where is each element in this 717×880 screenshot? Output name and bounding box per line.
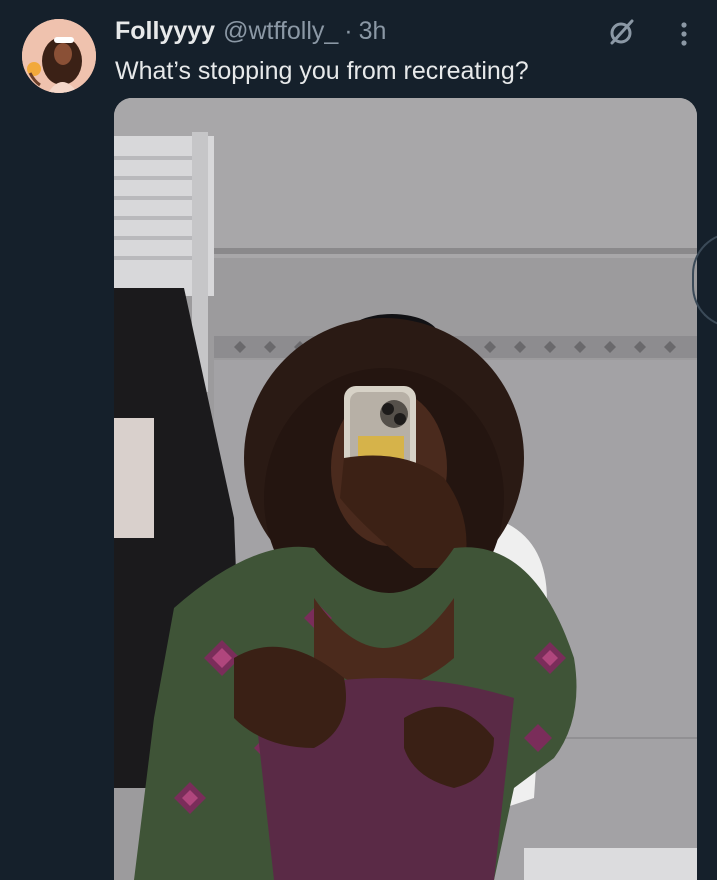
tweet: Follyyyy @wtffolly_ · 3h What’s stopping… xyxy=(0,0,717,880)
mirror-selfie-photo xyxy=(114,98,697,880)
more-vertical-icon[interactable] xyxy=(674,20,694,48)
display-name[interactable]: Follyyyy xyxy=(115,14,215,48)
tweet-header: Follyyyy @wtffolly_ · 3h xyxy=(115,14,386,48)
user-handle[interactable]: @wtffolly_ xyxy=(223,14,338,48)
tweet-text: What’s stopping you from recreating? xyxy=(115,57,529,85)
tweet-media-image[interactable] xyxy=(114,98,697,880)
timestamp[interactable]: 3h xyxy=(359,14,387,48)
grok-slash-icon[interactable] xyxy=(608,18,636,46)
avatar-image xyxy=(22,19,96,93)
separator-dot: · xyxy=(344,17,353,45)
avatar[interactable] xyxy=(22,19,96,93)
